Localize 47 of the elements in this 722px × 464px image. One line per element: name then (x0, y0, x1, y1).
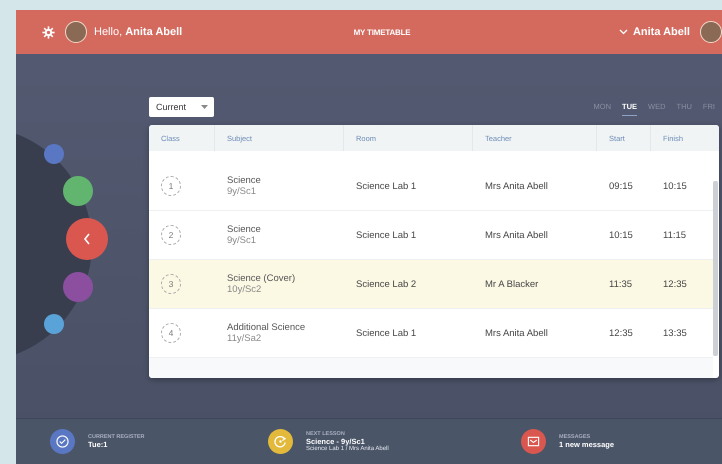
user-menu-button[interactable]: Anita Abell (618, 26, 690, 38)
start-time: 12:35 (609, 328, 634, 338)
subject-text: Additional Science (227, 322, 306, 333)
mail-icon[interactable] (521, 429, 546, 454)
timetable-row[interactable]: 1 Science 9y/Sc1 Science Lab 1 Mrs Anita Abell 09:15 10:15 (149, 162, 713, 211)
room-text: Science Lab 2 (356, 278, 418, 290)
teacher-text: Mr A Blacker (485, 278, 540, 290)
subject-text: Science (Cover) (227, 273, 296, 284)
menu-dot[interactable] (44, 144, 64, 164)
user-avatar (700, 21, 722, 43)
period-number: 1 (161, 176, 181, 196)
start-time: 11:35 (609, 278, 634, 290)
settings-icon[interactable] (42, 26, 55, 38)
period-dropdown[interactable]: Current (149, 97, 214, 117)
group-text: 9y/Sc1 (227, 186, 258, 197)
teacher-text: Mrs Anita Abell (485, 180, 549, 192)
user-avatar (65, 21, 87, 43)
period-number: 4 (161, 323, 181, 343)
room-text: Science Lab 1 (356, 180, 418, 192)
timetable-row[interactable]: 3 Science (Cover) 10y/Sc2 Science Lab 2 Mr A Blacker 11:35 12:35 (149, 260, 713, 309)
menu-dot[interactable] (63, 176, 93, 206)
teacher-text: Mrs Anita Abell (485, 328, 549, 338)
caret-icon (201, 105, 208, 109)
start-time: 10:15 (609, 230, 634, 240)
chevron-down-icon (618, 29, 628, 35)
period-number: 2 (161, 225, 181, 245)
finish-time: 13:35 (663, 328, 688, 338)
greeting-text: Hello, Anita Abell (94, 26, 182, 38)
teacher-text: Mrs Anita Abell (485, 230, 549, 240)
room-text: Science Lab 1 (356, 230, 418, 240)
finish-time: 11:15 (663, 230, 688, 240)
start-time: 09:15 (609, 180, 634, 192)
chevron-left-icon (82, 232, 92, 246)
page-title: MY TIMETABLE (354, 28, 410, 36)
group-text: 11y/Sa2 (227, 333, 262, 344)
subject-text: Science (227, 224, 262, 235)
finish-time: 10:15 (663, 180, 688, 192)
check-circle-icon[interactable] (50, 429, 75, 454)
period-number: 3 (161, 274, 181, 294)
back-button[interactable] (66, 218, 108, 260)
finish-time: 12:35 (663, 278, 688, 290)
room-text: Science Lab 1 (356, 328, 418, 338)
subject-text: Science (227, 175, 262, 186)
refresh-icon[interactable] (268, 429, 293, 454)
group-text: 10y/Sc2 (227, 284, 262, 295)
scrollbar-thumb[interactable] (713, 181, 718, 356)
group-text: 9y/Sc1 (227, 235, 258, 246)
